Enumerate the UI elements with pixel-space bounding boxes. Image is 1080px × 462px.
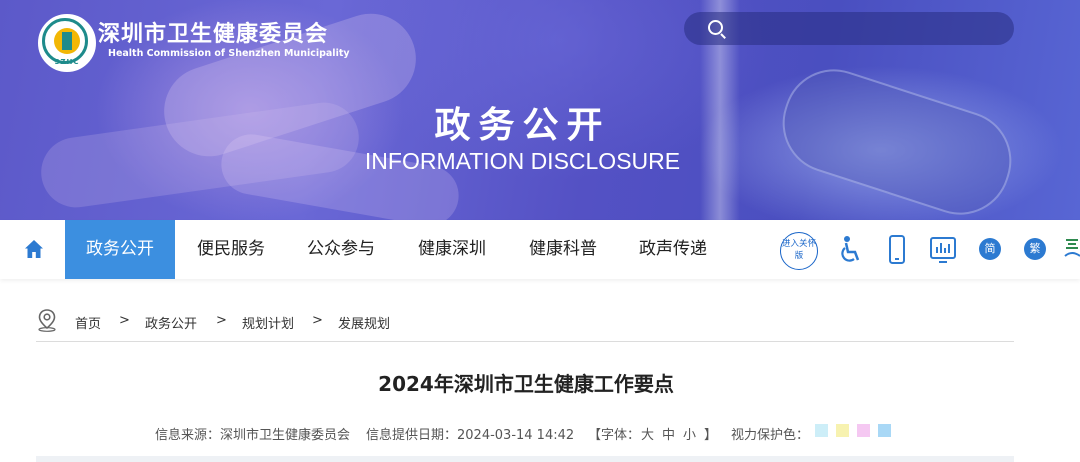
eye-protection-label: 视力保护色： <box>731 428 810 443</box>
nav-home[interactable] <box>0 220 65 279</box>
nav-item-gov-disclosure[interactable]: 政务公开 <box>65 220 175 279</box>
accessibility-icon[interactable] <box>839 235 863 265</box>
search-input[interactable] <box>730 16 1004 42</box>
breadcrumb-separator: > <box>312 313 323 328</box>
mobile-icon[interactable] <box>887 235 907 265</box>
breadcrumb-home[interactable]: 首页 <box>75 313 101 332</box>
main-nav: 政务公开 便民服务 公众参与 健康深圳 健康科普 政声传递 进入关怀版 简 繁 <box>0 220 1080 279</box>
care-mode-button[interactable]: 进入关怀版 <box>780 232 818 270</box>
font-medium-button[interactable]: 中 <box>662 424 675 443</box>
nav-item-healthy-shenzhen[interactable]: 健康深圳 <box>405 220 499 279</box>
header-banner: SZHC 深圳市卫生健康委员会 Health Commission of She… <box>0 0 1080 220</box>
breadcrumb-gov-disclosure[interactable]: 政务公开 <box>145 313 197 332</box>
nav-item-public-participation[interactable]: 公众参与 <box>294 220 388 279</box>
font-small-button[interactable]: 小 <box>683 424 696 443</box>
breadcrumb-separator: > <box>216 313 227 328</box>
info-source: 信息来源：深圳市卫生健康委员会 <box>155 428 351 443</box>
breadcrumb-separator: > <box>119 313 130 328</box>
breadcrumb-development-plan[interactable]: 发展规划 <box>338 313 390 332</box>
data-chart-icon[interactable] <box>929 235 957 265</box>
nav-item-health-science[interactable]: 健康科普 <box>516 220 610 279</box>
simplified-chinese-button[interactable]: 简 <box>979 238 1001 260</box>
hero-title: 政务公开 <box>434 104 611 146</box>
eye-color-swatch-cyan[interactable] <box>815 424 828 437</box>
site-logo[interactable]: SZHC <box>38 14 96 72</box>
font-size-bracket: 】 <box>704 428 718 443</box>
eye-color-swatch-pink[interactable] <box>857 424 870 437</box>
font-large-button[interactable]: 大 <box>641 424 654 443</box>
search-box[interactable] <box>684 12 1014 45</box>
partner-logo-icon[interactable] <box>1064 236 1080 262</box>
org-name-en: Health Commission of Shenzhen Municipali… <box>108 48 350 59</box>
org-name[interactable]: 深圳市卫生健康委员会 <box>98 16 328 48</box>
logo-mark: SZHC <box>54 58 80 66</box>
info-date: 信息提供日期：2024-03-14 14:42 <box>366 428 575 443</box>
search-icon[interactable] <box>708 20 723 35</box>
home-icon[interactable] <box>24 239 44 259</box>
location-pin-icon <box>38 309 56 332</box>
nav-item-gov-voice[interactable]: 政声传递 <box>626 220 720 279</box>
eye-color-swatch-blue[interactable] <box>878 424 891 437</box>
nav-item-public-services[interactable]: 便民服务 <box>184 220 278 279</box>
eye-color-swatch-yellow[interactable] <box>836 424 849 437</box>
font-size-label: 【字体： <box>588 428 641 443</box>
traditional-chinese-button[interactable]: 繁 <box>1024 238 1046 260</box>
logo-figure <box>62 32 72 50</box>
breadcrumb: 首页 > 政务公开 > 规划计划 > 发展规划 <box>36 303 1014 342</box>
article-title: 2024年深圳市卫生健康工作要点 <box>378 372 674 396</box>
content-divider <box>36 456 1014 462</box>
breadcrumb-planning[interactable]: 规划计划 <box>242 313 294 332</box>
hero-subtitle: INFORMATION DISCLOSURE <box>364 148 681 174</box>
